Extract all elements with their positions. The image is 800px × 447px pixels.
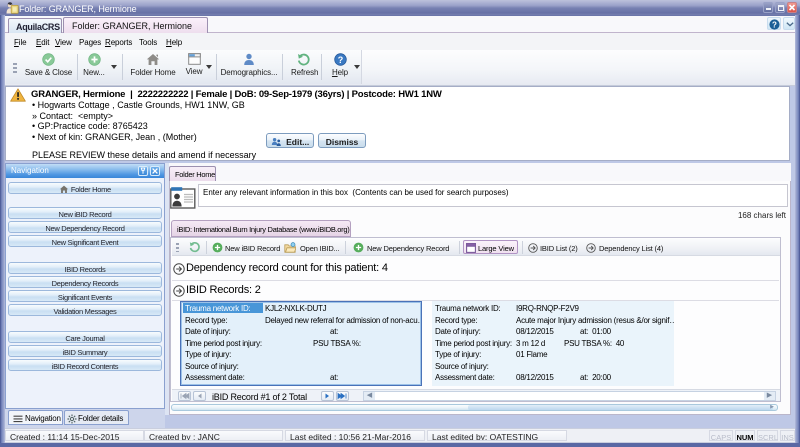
- svg-text:?: ?: [337, 55, 342, 65]
- svg-text:?: ?: [772, 20, 777, 29]
